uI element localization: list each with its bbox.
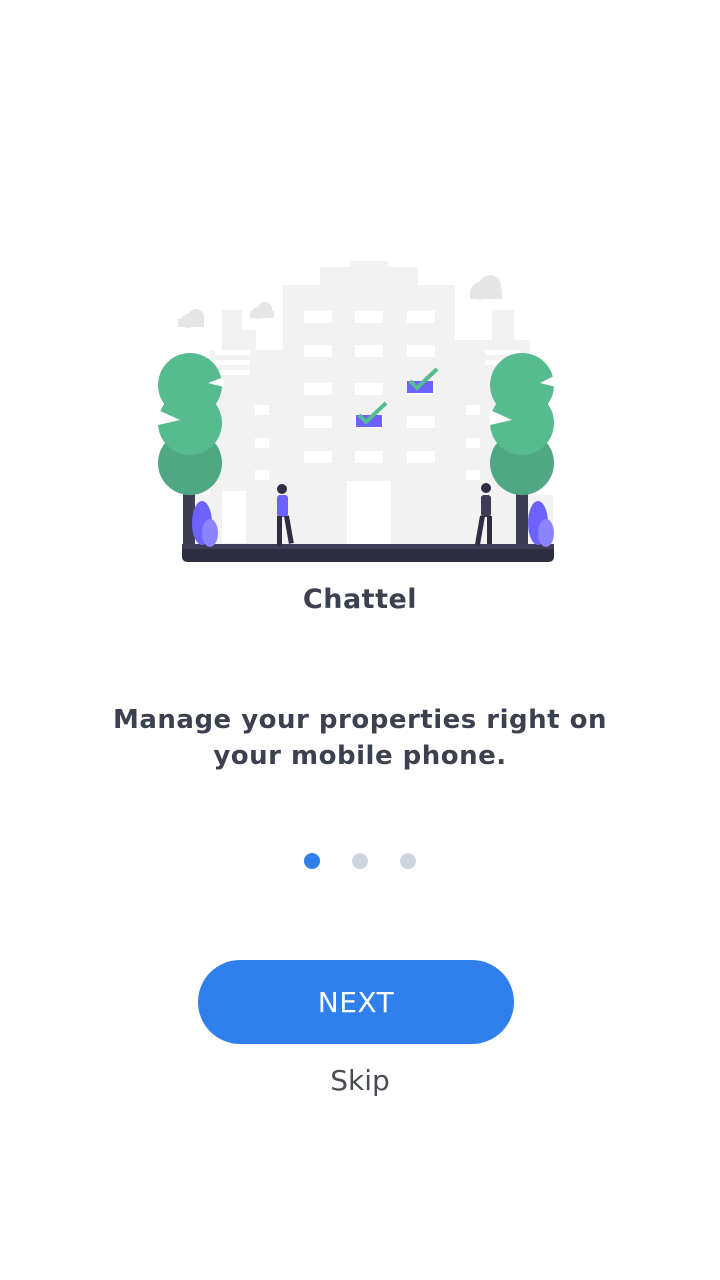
onboarding-screen: Chattel Manage your properties right on …: [0, 0, 720, 1280]
page-dot-3[interactable]: [400, 853, 416, 869]
next-button[interactable]: NEXT: [198, 960, 514, 1044]
skip-button[interactable]: Skip: [0, 1064, 720, 1097]
onboarding-description: Manage your properties right on your mob…: [112, 705, 608, 771]
page-indicator: [0, 853, 720, 871]
app-title: Chattel: [302, 584, 418, 615]
page-dot-1[interactable]: [304, 853, 320, 869]
page-dot-2[interactable]: [352, 853, 368, 869]
city-buildings-illustration: [150, 255, 570, 570]
